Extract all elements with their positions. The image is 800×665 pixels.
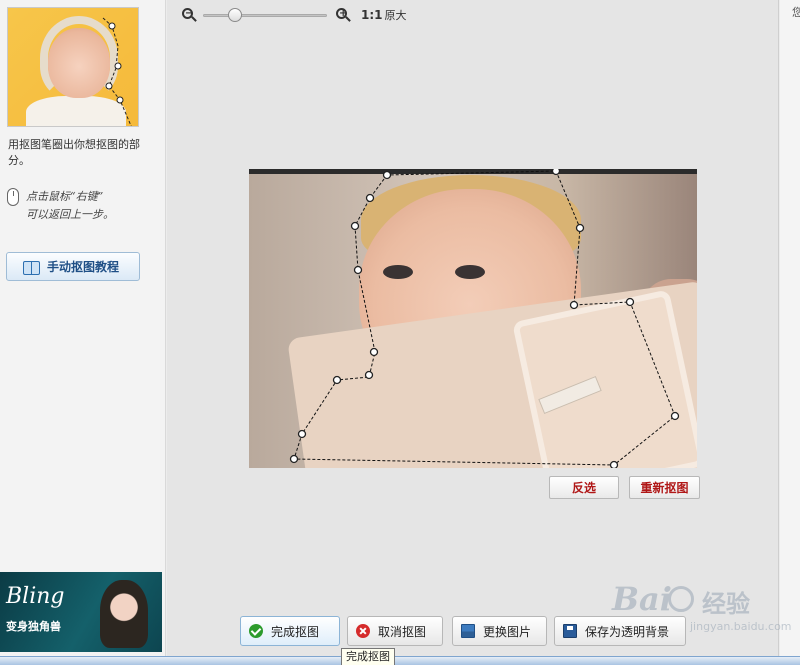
main-canvas-area: − + 1:1 原大 反选 重新抠图 完成抠图 取消抠图 更换图片 保存为透明背… <box>167 0 779 665</box>
cancel-cutout-label: 取消抠图 <box>378 624 427 639</box>
hint-line-2: 可以返回上一步。 <box>26 208 114 221</box>
left-sidebar: 用抠图笔圈出你想抠图的部分。 点击鼠标“右键” 可以返回上一步。 手动抠图教程 … <box>0 0 166 665</box>
promo-slogan: 变身独角兽 <box>6 620 61 633</box>
check-icon <box>249 624 263 638</box>
zoom-toolbar: − + 1:1 原大 <box>181 4 407 26</box>
finish-cutout-tooltip: 完成抠图 <box>341 648 395 665</box>
selection-lasso-path[interactable] <box>249 169 697 468</box>
promo-banner[interactable]: Bling 变身独角兽 <box>0 572 162 652</box>
actual-size-label[interactable]: 原大 <box>385 7 407 23</box>
right-panel-text: 您 <box>792 6 800 19</box>
zoom-in-icon[interactable]: + <box>335 7 351 23</box>
manual-cutout-tutorial-button[interactable]: 手动抠图教程 <box>6 252 140 281</box>
right-click-hint: 点击鼠标“右键” 可以返回上一步。 <box>7 186 157 226</box>
change-image-button[interactable]: 更换图片 <box>452 616 547 646</box>
mouse-icon <box>7 188 19 206</box>
cancel-icon <box>356 624 370 638</box>
zoom-slider[interactable] <box>203 7 327 23</box>
zoom-slider-handle[interactable] <box>228 8 242 22</box>
save-icon <box>563 624 577 638</box>
thumbnail-selection-path <box>102 17 132 126</box>
taskbar-strip <box>0 656 800 665</box>
tutorial-button-label: 手动抠图教程 <box>47 260 120 274</box>
change-image-label: 更换图片 <box>483 624 532 639</box>
cancel-cutout-button[interactable]: 取消抠图 <box>347 616 443 646</box>
example-thumbnail <box>7 7 139 127</box>
book-icon <box>23 260 40 275</box>
save-transparent-label: 保存为透明背景 <box>585 624 670 639</box>
finish-cutout-label: 完成抠图 <box>271 624 320 639</box>
right-panel: 您 <box>780 0 800 656</box>
finish-cutout-button[interactable]: 完成抠图 <box>240 616 340 646</box>
zoom-out-icon[interactable]: − <box>181 7 197 23</box>
save-transparent-button[interactable]: 保存为透明背景 <box>554 616 686 646</box>
redo-cutout-button[interactable]: 重新抠图 <box>629 476 700 499</box>
image-icon <box>461 624 475 638</box>
invert-selection-button[interactable]: 反选 <box>549 476 619 499</box>
actual-size-ratio[interactable]: 1:1 <box>361 8 383 22</box>
instruction-text: 用抠图笔圈出你想抠图的部分。 <box>8 138 140 167</box>
editing-photo[interactable] <box>249 169 697 468</box>
promo-brand: Bling <box>6 584 65 609</box>
zoom-slider-track <box>203 14 327 17</box>
hint-line-1: 点击鼠标“右键” <box>26 190 104 203</box>
promo-model-image <box>100 580 148 648</box>
